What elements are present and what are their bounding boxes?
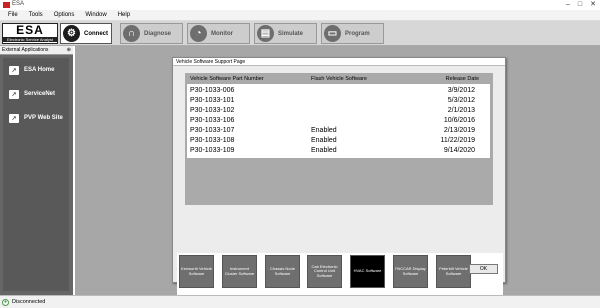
sidebar-item-esa-home[interactable]: ↗ ESA Home: [3, 58, 69, 82]
connect-button[interactable]: ⚙ Connect: [60, 23, 112, 44]
sidebar-item-label: PVP Web Site: [24, 115, 63, 121]
diagnose-label: Diagnose: [144, 30, 172, 37]
column-header-release-date: Release Date: [445, 76, 479, 82]
link-icon: ↗: [9, 89, 19, 99]
column-header-flash: Flash Vehicle Software: [311, 76, 367, 82]
sidebar-item-pvp-web-site[interactable]: ↗ PVP Web Site: [3, 106, 69, 130]
release-date-cell: 3/9/2012: [447, 87, 475, 94]
release-date-cell: 10/6/2016: [443, 117, 475, 124]
window-title: ESA: [12, 1, 25, 7]
sidebar-item-servicenet[interactable]: ↗ ServiceNet: [3, 82, 69, 106]
software-table: P30-1033-006 3/9/2012 P30-1033-101 5/3/2…: [187, 84, 490, 158]
panel-title: External Applications: [2, 47, 49, 53]
main-workspace: Vehicle Software Support Page Vehicle So…: [75, 46, 600, 300]
sidebar-item-label: ESA Home: [24, 67, 55, 73]
table-row[interactable]: P30-1033-107 Enabled 2/13/2019: [187, 126, 490, 136]
minimize-button[interactable]: –: [566, 0, 570, 10]
program-label: Program: [345, 30, 370, 37]
panel-header: External Applications ⊕: [0, 46, 73, 55]
part-number-cell: P30-1033-101: [190, 97, 235, 104]
title-bar: ESA – □ ✕: [0, 0, 600, 10]
table-row[interactable]: P30-1033-006 3/9/2012: [187, 86, 490, 96]
flash-cell: Enabled: [311, 127, 337, 134]
flash-cell: Enabled: [311, 147, 337, 154]
window-controls: – □ ✕: [566, 0, 596, 10]
chassis-node-software-button[interactable]: Chassis Node Software: [265, 255, 300, 288]
column-header-part-number: Vehicle Software Part Number: [190, 76, 264, 82]
release-date-cell: 2/1/2013: [447, 107, 475, 114]
main-toolbar: ESA Electronic Service Analyst ⚙ Connect…: [0, 21, 600, 46]
link-icon: ↗: [9, 65, 19, 75]
connection-status: Disconnected: [12, 299, 46, 305]
logo-subtitle: Electronic Service Analyst: [3, 37, 57, 42]
status-bar: ● Disconnected: [0, 295, 600, 308]
part-number-cell: P30-1033-108: [190, 137, 235, 144]
menu-options[interactable]: Options: [54, 12, 75, 18]
monitor-button[interactable]: ◔ Monitor: [187, 23, 250, 44]
stethoscope-icon: ∩: [123, 25, 140, 42]
instrument-cluster-software-button[interactable]: Instrument Cluster Software: [222, 255, 257, 288]
diagnose-button[interactable]: ∩ Diagnose: [120, 23, 183, 44]
kenworth-software-button[interactable]: Kenworth Vehicle Software: [179, 255, 214, 288]
monitor-icon: ▭: [324, 25, 341, 42]
release-date-cell: 11/22/2019: [440, 137, 475, 144]
app-icon: [3, 2, 10, 8]
table-row[interactable]: P30-1033-102 2/1/2013: [187, 106, 490, 116]
table-row[interactable]: P30-1033-101 5/3/2012: [187, 96, 490, 106]
ok-button[interactable]: OK: [469, 264, 498, 274]
table-header: Vehicle Software Part Number Flash Vehic…: [187, 76, 491, 84]
menu-file[interactable]: File: [8, 12, 18, 18]
simulate-icon: ▤: [257, 25, 274, 42]
menu-bar: File Tools Options Window Help: [0, 10, 600, 21]
pin-icon[interactable]: ⊕: [67, 46, 71, 54]
software-list-panel: Vehicle Software Part Number Flash Vehic…: [185, 73, 493, 205]
table-row[interactable]: P30-1033-109 Enabled 9/14/2020: [187, 146, 490, 156]
part-number-cell: P30-1033-109: [190, 147, 235, 154]
peterbilt-software-button[interactable]: Peterbilt Vehicle Software: [436, 255, 471, 288]
menu-window[interactable]: Window: [85, 12, 106, 18]
software-type-selector: Kenworth Vehicle Software Instrument Clu…: [177, 253, 503, 300]
link-icon: ↗: [9, 113, 19, 123]
maximize-button[interactable]: □: [578, 0, 582, 10]
logo-text: ESA: [16, 23, 44, 37]
release-date-cell: 5/3/2012: [447, 97, 475, 104]
release-date-cell: 2/13/2019: [443, 127, 475, 134]
table-row[interactable]: P30-1033-108 Enabled 11/22/2019: [187, 136, 490, 146]
esa-logo: ESA Electronic Service Analyst: [2, 23, 58, 44]
dialog-title: Vehicle Software Support Page: [173, 58, 505, 66]
part-number-cell: P30-1033-106: [190, 117, 235, 124]
gauge-icon: ◔: [190, 25, 207, 42]
sidebar-item-label: ServiceNet: [24, 91, 56, 97]
connect-label: Connect: [84, 30, 108, 37]
menu-tools[interactable]: Tools: [29, 12, 43, 18]
table-row[interactable]: P30-1033-106 10/6/2016: [187, 116, 490, 126]
connect-icon: ⚙: [63, 25, 80, 42]
program-button[interactable]: ▭ Program: [321, 23, 384, 44]
simulate-label: Simulate: [278, 30, 304, 37]
sidebar-body: ↗ ESA Home ↗ ServiceNet ↗ PVP Web Site: [3, 58, 69, 291]
release-date-cell: 9/14/2020: [443, 147, 475, 154]
vehicle-software-support-dialog: Vehicle Software Support Page Vehicle So…: [172, 57, 506, 300]
simulate-button[interactable]: ▤ Simulate: [254, 23, 317, 44]
hvac-software-button[interactable]: HVAC Software: [350, 255, 385, 288]
part-number-cell: P30-1033-107: [190, 127, 235, 134]
cab-ecu-software-button[interactable]: Cab Electronic Control Unit Software: [307, 255, 342, 288]
external-applications-panel: External Applications ⊕ ↗ ESA Home ↗ Ser…: [0, 46, 73, 295]
flash-cell: Enabled: [311, 137, 337, 144]
part-number-cell: P30-1033-006: [190, 87, 235, 94]
close-button[interactable]: ✕: [590, 0, 596, 10]
menu-help[interactable]: Help: [118, 12, 130, 18]
part-number-cell: P30-1033-102: [190, 107, 235, 114]
monitor-label: Monitor: [211, 30, 233, 37]
paccar-display-software-button[interactable]: PACCAR Display Software: [393, 255, 428, 288]
status-icon: ●: [2, 298, 9, 306]
